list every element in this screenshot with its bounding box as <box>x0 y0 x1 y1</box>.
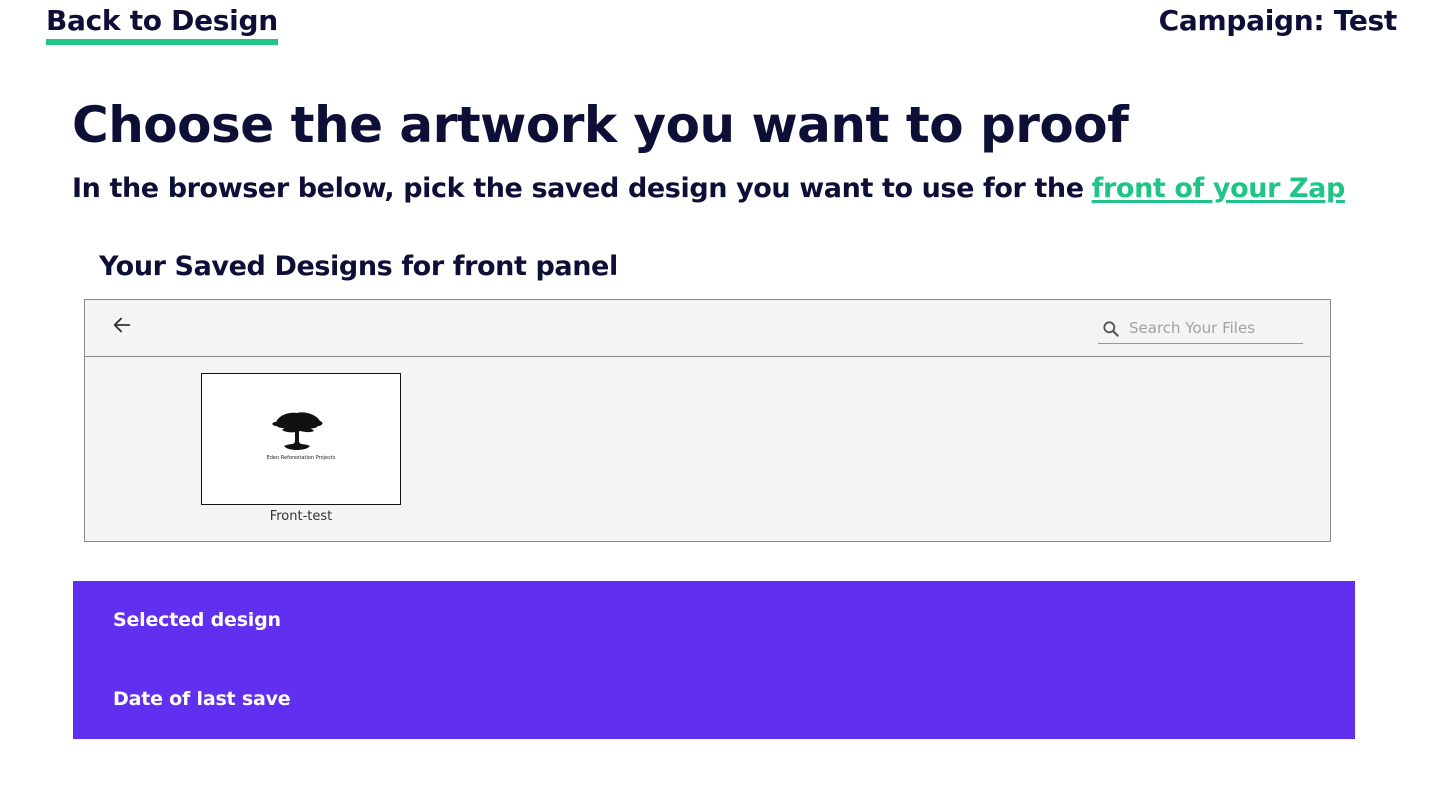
subtitle-text: In the browser below, pick the saved des… <box>72 173 1084 204</box>
selection-panel: Selected design Date of last save <box>73 581 1355 739</box>
back-to-design-link[interactable]: Back to Design <box>46 3 278 45</box>
file-tile[interactable]: Eden Reforestation Projects Front-test <box>201 373 401 525</box>
arrow-left-icon[interactable] <box>111 314 133 336</box>
thumbnail-caption: Eden Reforestation Projects <box>266 455 336 461</box>
campaign-name: Test <box>1333 4 1398 37</box>
file-browser: Eden Reforestation Projects Front-test <box>84 299 1331 542</box>
selected-design-label: Selected design <box>113 609 281 631</box>
search-icon <box>1103 321 1119 337</box>
file-thumbnail[interactable]: Eden Reforestation Projects <box>201 373 401 505</box>
page: Back to Design Campaign: Test Choose the… <box>0 0 1445 786</box>
front-of-zap-link[interactable]: front of your Zap <box>1092 173 1346 204</box>
page-title: Choose the artwork you want to proof <box>72 96 1129 154</box>
saved-designs-heading: Your Saved Designs for front panel <box>99 251 618 282</box>
page-subtitle: In the browser below, pick the saved des… <box>72 170 1345 208</box>
last-save-date-label: Date of last save <box>113 688 291 710</box>
campaign-title: Campaign: Test <box>1158 3 1398 39</box>
file-name[interactable]: Front-test <box>201 509 401 525</box>
search-box <box>1098 316 1303 344</box>
search-input[interactable] <box>1129 316 1299 340</box>
file-browser-toolbar <box>85 300 1330 357</box>
campaign-label: Campaign: <box>1158 4 1325 37</box>
tree-icon <box>272 412 323 450</box>
